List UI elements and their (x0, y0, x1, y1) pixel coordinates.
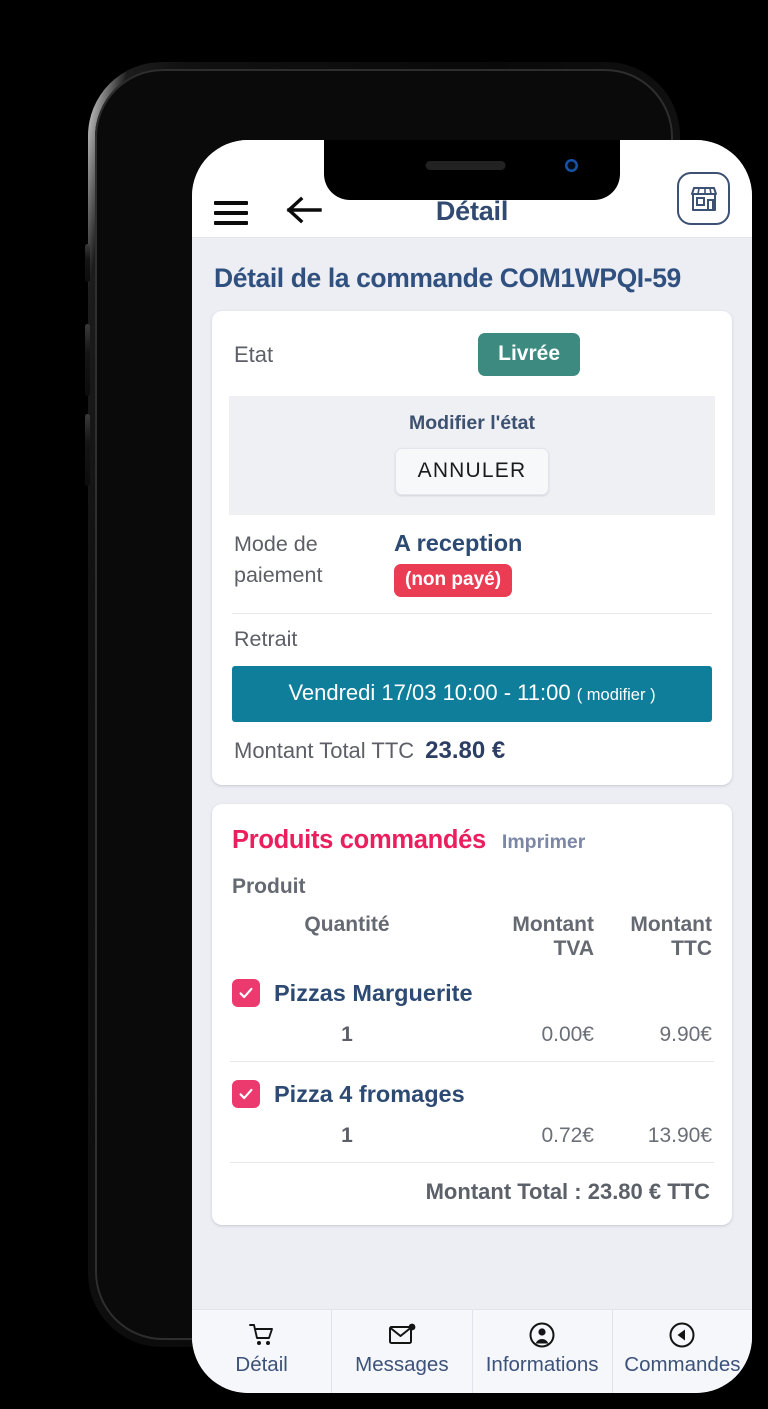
volume-down-button[interactable] (85, 414, 90, 486)
storefront-icon[interactable] (677, 172, 730, 225)
back-arrow-icon[interactable] (286, 195, 322, 225)
product-checkbox[interactable] (232, 1080, 260, 1109)
pickup-label: Retrait (234, 627, 298, 652)
column-header-quantity: Quantité (304, 913, 390, 937)
tab-label: Commandes (624, 1352, 741, 1376)
earpiece-speaker (425, 161, 506, 170)
volume-up-button[interactable] (85, 324, 90, 396)
user-circle-icon (529, 1321, 555, 1350)
products-header: Produits commandés Imprimer (212, 804, 732, 855)
products-card: Produits commandés Imprimer Produit Quan… (212, 804, 732, 1226)
column-header-product: Produit (232, 875, 306, 899)
device-notch (324, 140, 620, 200)
page-header-title: Détail (435, 196, 509, 226)
order-total-value: 23.80 € (425, 737, 506, 765)
order-summary-card: Etat Livrée Modifier l'état ANNULER Mode… (212, 311, 732, 786)
tab-label: Informations (485, 1352, 599, 1376)
pickup-slot-modify-link[interactable]: ( modifier ) (577, 686, 656, 704)
tab-detail[interactable]: Détail (192, 1310, 333, 1393)
product-tva: 0.72€ (541, 1124, 594, 1148)
product-values-row: 1 0.72€ 13.90€ (212, 1108, 732, 1162)
shopping-cart-icon (248, 1321, 275, 1350)
product-values-row: 1 0.00€ 9.90€ (212, 1007, 732, 1061)
tab-label: Détail (235, 1352, 288, 1376)
modify-state-panel: Modifier l'état ANNULER (229, 396, 715, 516)
column-header-ttc: Montant TTC (630, 913, 712, 961)
product-name-row: Pizza 4 fromages (212, 1062, 732, 1109)
tab-commandes[interactable]: Commandes (613, 1310, 752, 1393)
status-badge: Livrée (478, 333, 580, 377)
app-scroll-body[interactable]: Détail de la commande COM1WPQI-59 Etat L… (192, 238, 752, 1309)
grand-total-label: Montant Total : 23.80 € TTC (425, 1179, 710, 1205)
front-camera-icon (565, 159, 578, 172)
product-name-row: Pizzas Marguerite (212, 961, 732, 1008)
payment-mode-value: A reception (394, 530, 523, 557)
envelope-notification-icon (388, 1321, 416, 1350)
product-ttc: 13.90€ (647, 1124, 712, 1148)
product-ttc: 9.90€ (659, 1023, 712, 1047)
payment-mode-row: Mode de paiement A reception (non payé) (212, 515, 732, 607)
circle-play-back-icon (669, 1321, 695, 1350)
payment-mode-label: Mode de paiement (234, 532, 323, 588)
tab-messages[interactable]: Messages (332, 1310, 473, 1393)
table-column-headers: Quantité Montant TVA Montant TTC (212, 899, 732, 961)
pickup-slot-button[interactable]: Vendredi 17/03 10:00 - 11:00 ( modifier … (232, 666, 712, 723)
silent-switch-button[interactable] (85, 244, 90, 282)
order-total-label: Montant Total TTC (234, 738, 415, 764)
phone-device-frame: Détail Détail de la commande COM1WPQI-59 (85, 62, 752, 1393)
pickup-slot-text: Vendredi 17/03 10:00 - 11:00 (288, 680, 571, 706)
unpaid-badge: (non payé) (394, 564, 513, 598)
print-link[interactable]: Imprimer (502, 831, 585, 854)
tab-label: Messages (355, 1352, 449, 1376)
product-tva: 0.00€ (541, 1023, 594, 1047)
table-row: Pizza 4 fromages 1 0.72€ 13.90€ (212, 1062, 732, 1162)
product-name: Pizza 4 fromages (274, 1080, 465, 1107)
payment-mode-value-group: A reception (non payé) (394, 529, 523, 598)
screenshot-stage: Détail Détail de la commande COM1WPQI-59 (0, 0, 768, 1409)
product-quantity: 1 (341, 1023, 353, 1047)
product-quantity: 1 (341, 1124, 353, 1148)
order-total-row: Montant Total TTC 23.80 € (212, 722, 732, 785)
bottom-tab-bar: Détail Messages Informations Commandes (192, 1309, 752, 1393)
phone-screen: Détail Détail de la commande COM1WPQI-59 (192, 140, 752, 1393)
table-row: Pizzas Marguerite 1 0.00€ 9.90€ (212, 961, 732, 1061)
hamburger-menu-icon[interactable] (214, 201, 248, 225)
products-title: Produits commandés (232, 826, 486, 855)
product-checkbox[interactable] (232, 979, 260, 1008)
status-row: Etat Livrée (212, 311, 732, 396)
product-name: Pizzas Marguerite (274, 979, 473, 1006)
tab-informations[interactable]: Informations (473, 1310, 613, 1393)
cancel-button[interactable]: ANNULER (394, 448, 550, 496)
modify-state-label: Modifier l'état (409, 412, 535, 435)
status-label: Etat (234, 341, 274, 367)
column-header-tva: Montant TVA (512, 913, 594, 961)
page-title: Détail de la commande COM1WPQI-59 (214, 263, 681, 293)
